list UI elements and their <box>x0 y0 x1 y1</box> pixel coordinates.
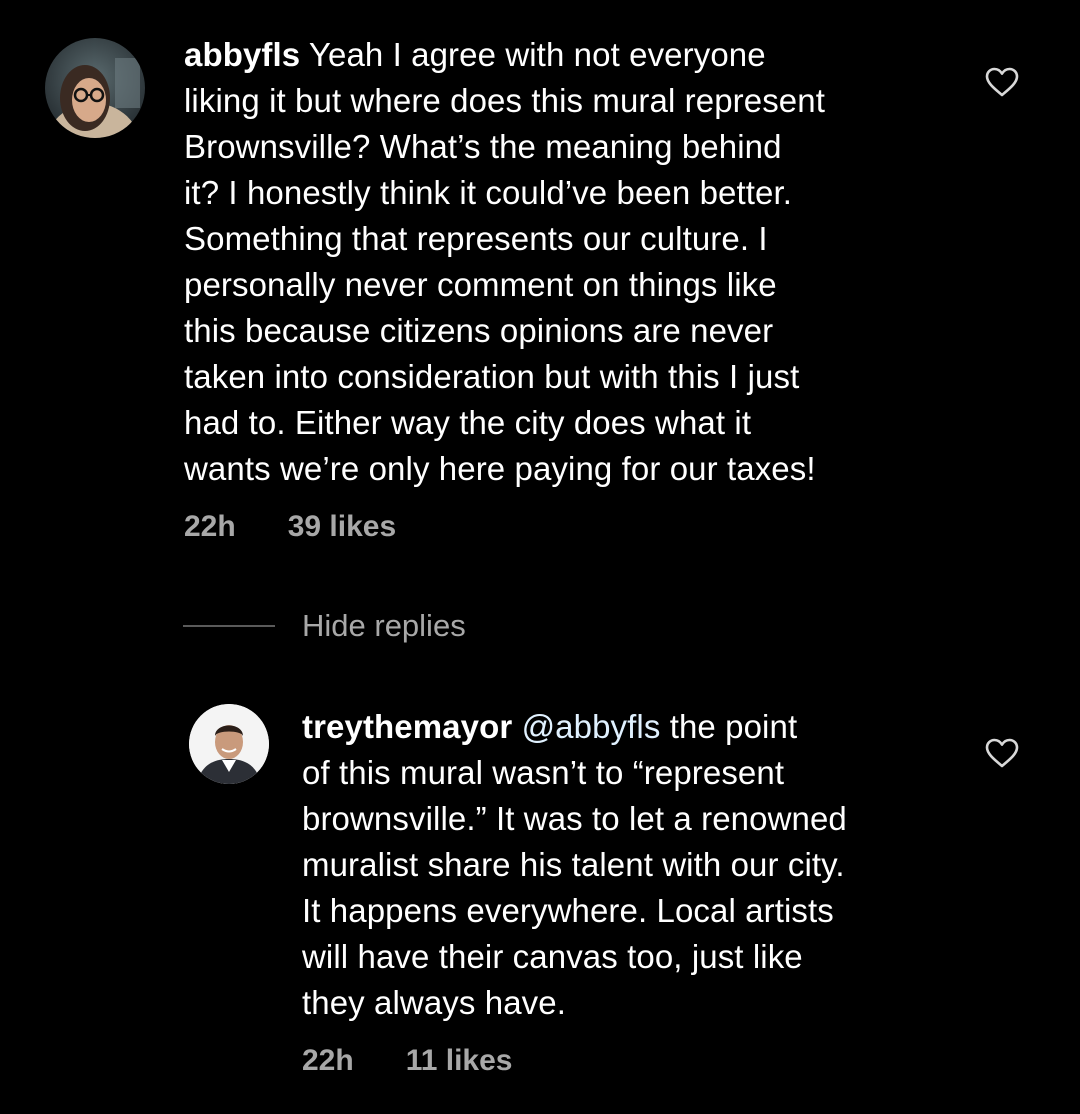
reply-line: the point <box>660 708 798 745</box>
reply-line: brownsville.” It was to let a renowned <box>302 800 847 837</box>
comment-timestamp: 22h <box>184 510 236 543</box>
reply-username[interactable]: treythemayor <box>302 708 512 745</box>
hide-replies-label: Hide replies <box>302 608 466 643</box>
reply-line: muralist share his talent with our city. <box>302 846 845 883</box>
reply-like-heart-icon[interactable] <box>985 738 1019 768</box>
comment-meta: 22h 39 likes <box>184 510 448 544</box>
comment-line: wants we’re only here paying for our tax… <box>184 450 816 487</box>
reply-line: will have their canvas too, just like <box>302 938 803 975</box>
reply-line: they always have. <box>302 984 567 1021</box>
reply-meta: 22h 11 likes <box>302 1044 564 1078</box>
comment-line: Brownsville? What’s the meaning behind <box>184 128 782 165</box>
comment-line: liking it but where does this mural repr… <box>184 82 825 119</box>
comment-line: Yeah I agree with not everyone <box>300 36 766 73</box>
reply-line: of this mural wasn’t to “represent <box>302 754 785 791</box>
reply-line: It happens everywhere. Local artists <box>302 892 834 929</box>
comment-username[interactable]: abbyfls <box>184 36 300 73</box>
hide-replies-divider <box>183 625 275 627</box>
hide-replies-button[interactable]: Hide replies <box>183 604 466 648</box>
comment-likes-count[interactable]: 39 likes <box>288 510 396 543</box>
reply-avatar[interactable] <box>189 704 269 784</box>
like-heart-icon[interactable] <box>985 67 1019 97</box>
commenter-avatar[interactable] <box>45 38 145 138</box>
reply-likes-count[interactable]: 11 likes <box>406 1044 513 1077</box>
comment-line: taken into consideration but with this I… <box>184 358 800 395</box>
reply-mention-link[interactable]: @abbyfls <box>522 708 661 745</box>
comment-line: Something that represents our culture. I <box>184 220 768 257</box>
comment-text: abbyfls Yeah I agree with not everyone l… <box>184 32 825 492</box>
comment-first-line: abbyfls Yeah I agree with not everyone <box>184 32 825 78</box>
avatar-photo-icon <box>189 704 269 784</box>
comment-line: this because citizens opinions are never <box>184 312 774 349</box>
reply-text: treythemayor @abbyfls the point of this … <box>302 704 847 1026</box>
reply-timestamp: 22h <box>302 1044 354 1077</box>
comment-line: had to. Either way the city does what it <box>184 404 752 441</box>
reply-first-line: treythemayor @abbyfls the point <box>302 704 847 750</box>
comment-line: it? I honestly think it could’ve been be… <box>184 174 793 211</box>
avatar-photo-icon <box>45 38 145 138</box>
comment-line: personally never comment on things like <box>184 266 777 303</box>
